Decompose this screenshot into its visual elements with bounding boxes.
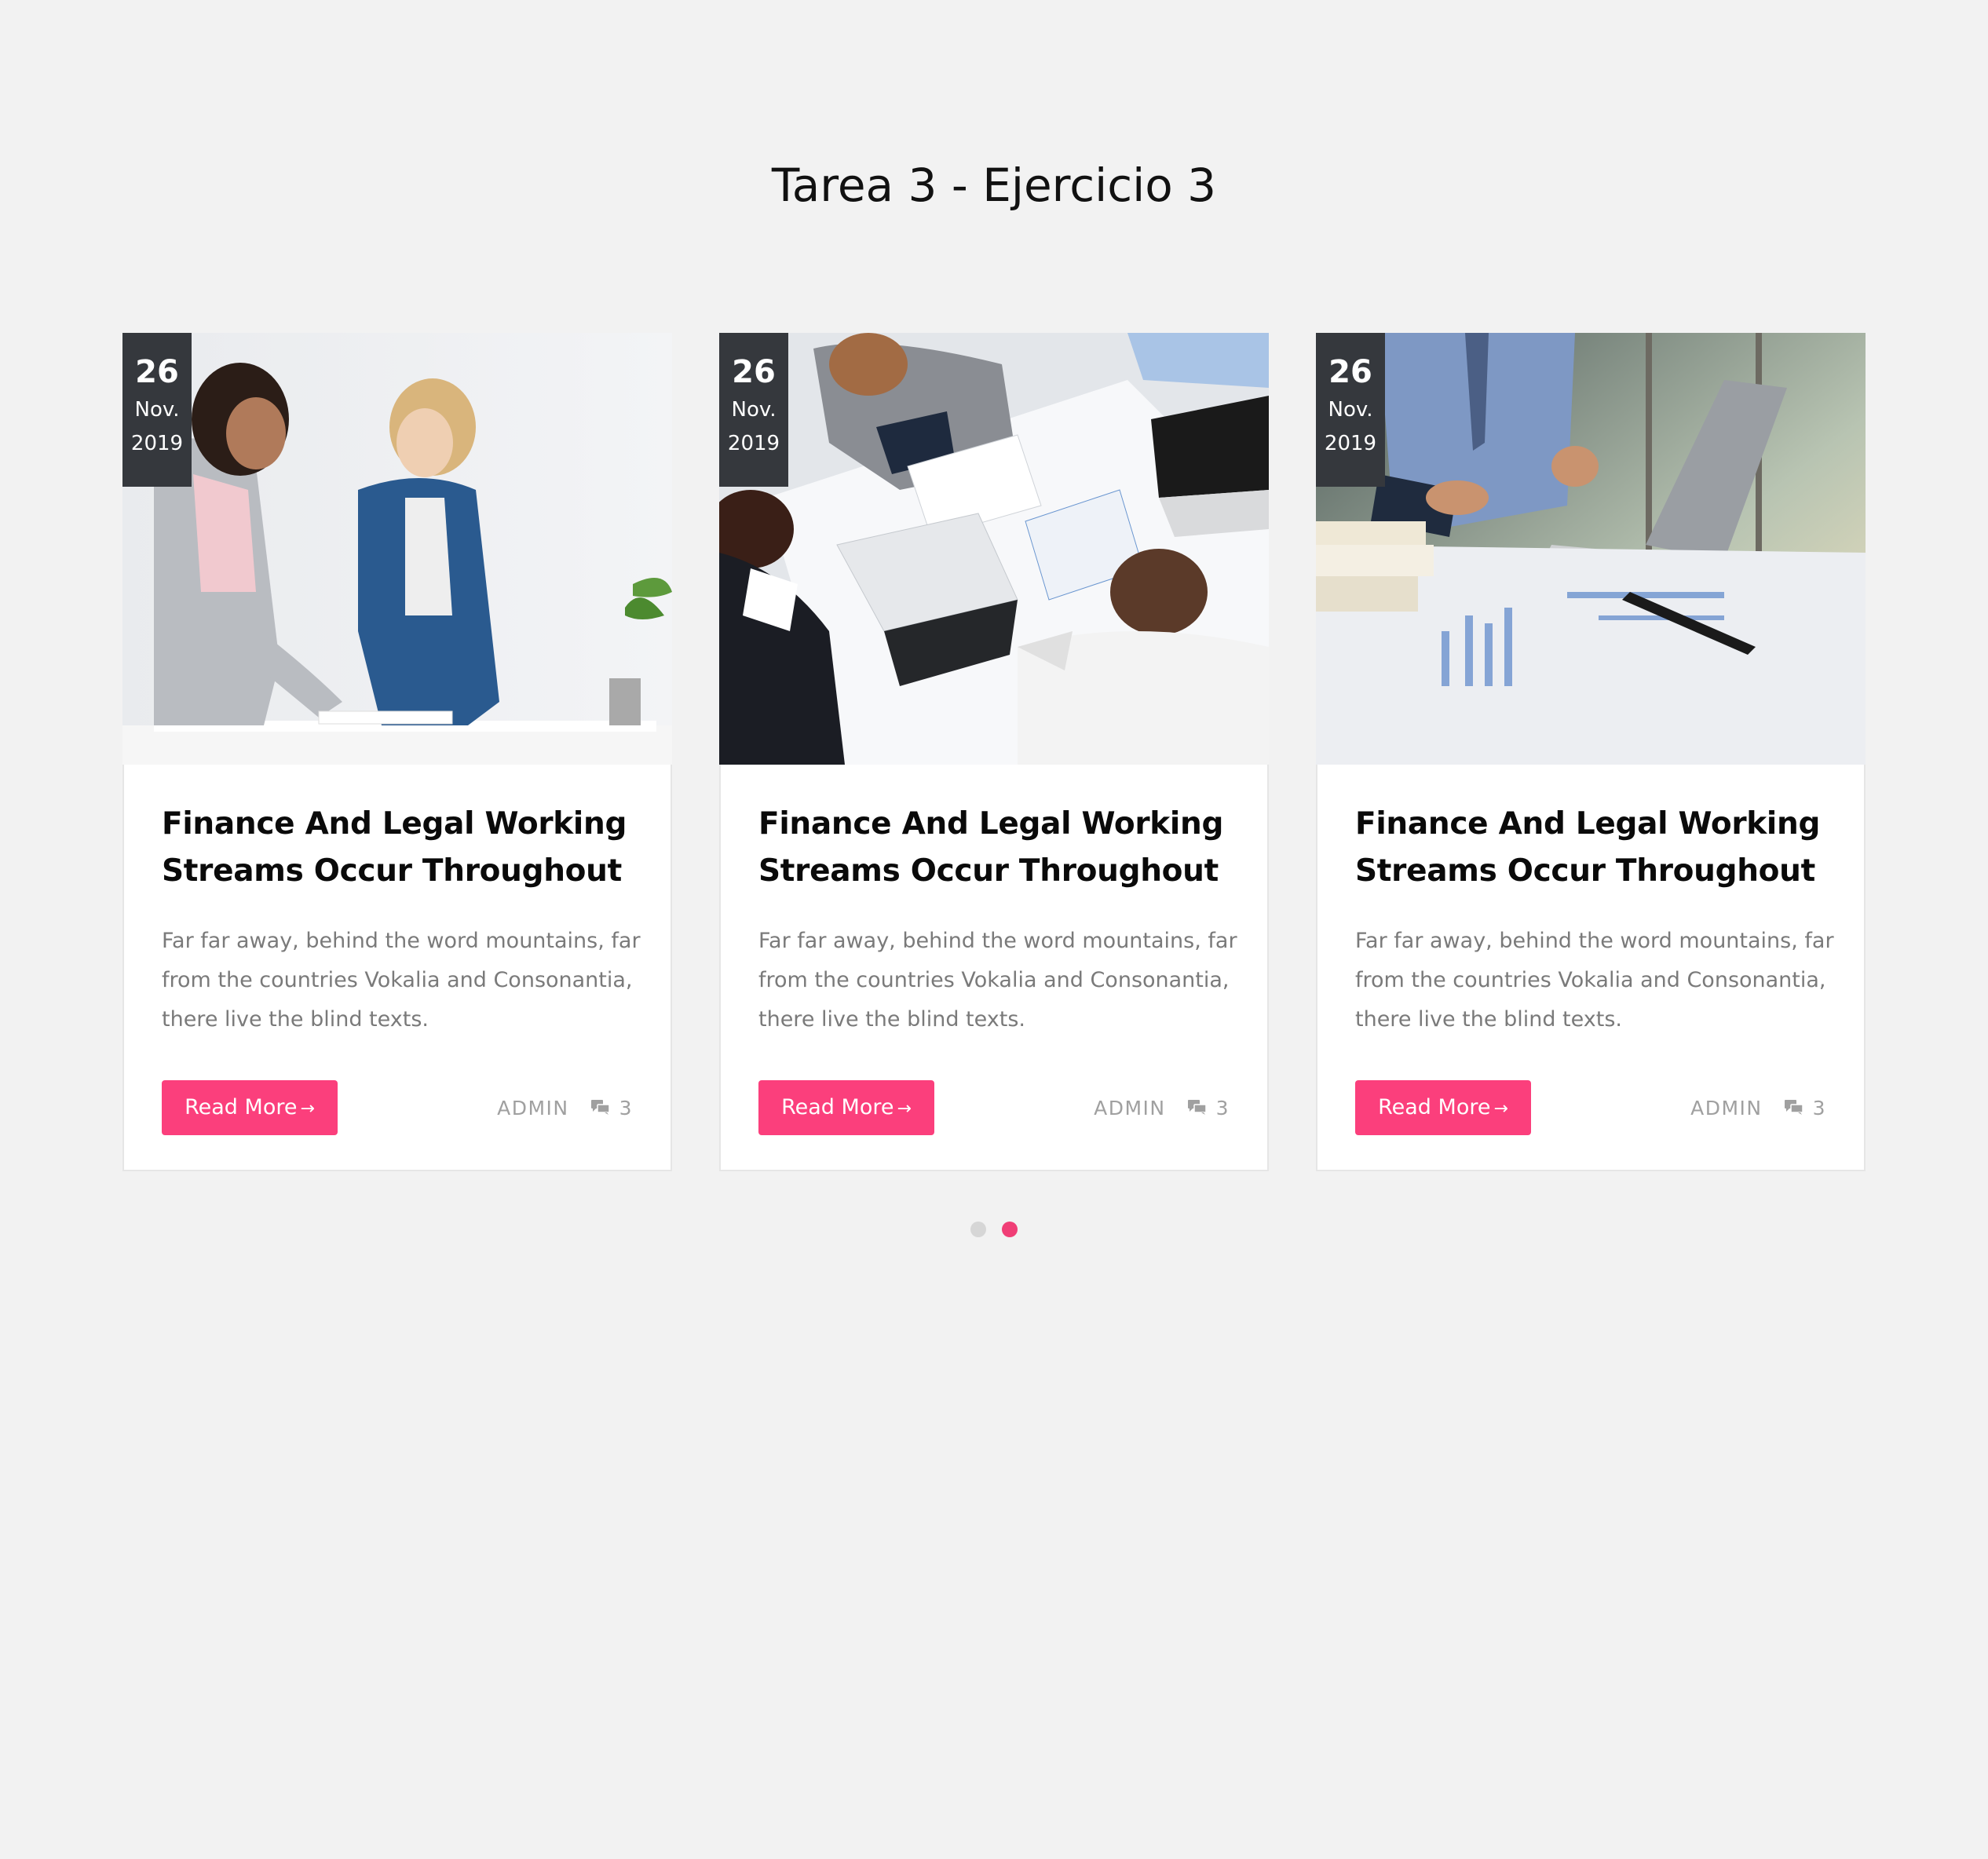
arrow-right-icon: → — [300, 1099, 315, 1119]
date-day: 26 — [135, 354, 179, 390]
carousel-dot-2[interactable] — [1002, 1222, 1018, 1237]
post-title[interactable]: Finance And Legal Working Streams Occur … — [758, 801, 1245, 895]
read-more-label: Read More — [781, 1095, 894, 1119]
comments-icon — [1784, 1100, 1803, 1116]
date-badge: 26 Nov. 2019 — [719, 333, 788, 487]
post-excerpt: Far far away, behind the word mountains,… — [162, 929, 641, 1032]
carousel-pagination — [0, 1222, 1988, 1237]
comments-count[interactable]: 3 — [1813, 1097, 1826, 1119]
date-day: 26 — [1328, 354, 1372, 390]
blog-card: 26 Nov. 2019 Finance And Legal Working S… — [1316, 333, 1866, 1171]
date-badge: 26 Nov. 2019 — [122, 333, 192, 487]
read-more-button[interactable]: Read More → — [758, 1080, 934, 1135]
post-title[interactable]: Finance And Legal Working Streams Occur … — [1355, 801, 1842, 895]
arrow-right-icon: → — [897, 1099, 912, 1119]
post-meta: ADMIN 3 — [1094, 1088, 1230, 1127]
author-link[interactable]: ADMIN — [497, 1097, 569, 1119]
date-year: 2019 — [1324, 432, 1377, 455]
post-image[interactable]: 26 Nov. 2019 — [1316, 333, 1866, 765]
read-more-label: Read More — [185, 1095, 298, 1119]
comments-count[interactable]: 3 — [1216, 1097, 1230, 1119]
post-meta: ADMIN 3 — [1690, 1088, 1826, 1127]
blog-card: 26 Nov. 2019 Finance And Legal Working S… — [122, 333, 672, 1171]
read-more-button[interactable]: Read More → — [1355, 1080, 1531, 1135]
author-link[interactable]: ADMIN — [1690, 1097, 1763, 1119]
date-day: 26 — [732, 354, 776, 390]
comments-icon — [590, 1100, 610, 1116]
read-more-label: Read More — [1378, 1095, 1491, 1119]
read-more-button[interactable]: Read More → — [162, 1080, 338, 1135]
author-link[interactable]: ADMIN — [1094, 1097, 1166, 1119]
post-image[interactable]: 26 Nov. 2019 — [122, 333, 672, 765]
arrow-right-icon: → — [1493, 1099, 1508, 1119]
carousel-dot-1[interactable] — [970, 1222, 986, 1237]
post-excerpt: Far far away, behind the word mountains,… — [1355, 929, 1834, 1032]
page-title: Tarea 3 - Ejercicio 3 — [771, 159, 1217, 212]
comments-icon — [1187, 1100, 1207, 1116]
date-badge: 26 Nov. 2019 — [1316, 333, 1385, 487]
date-year: 2019 — [130, 432, 184, 455]
blog-card: 26 Nov. 2019 Finance And Legal Working S… — [719, 333, 1269, 1171]
post-image[interactable]: 26 Nov. 2019 — [719, 333, 1269, 765]
post-excerpt: Far far away, behind the word mountains,… — [758, 929, 1237, 1032]
date-month: Nov. — [731, 398, 777, 422]
date-month: Nov. — [134, 398, 180, 422]
date-month: Nov. — [1328, 398, 1373, 422]
post-meta: ADMIN 3 — [497, 1088, 633, 1127]
post-title[interactable]: Finance And Legal Working Streams Occur … — [162, 801, 649, 895]
date-year: 2019 — [727, 432, 780, 455]
comments-count[interactable]: 3 — [619, 1097, 633, 1119]
